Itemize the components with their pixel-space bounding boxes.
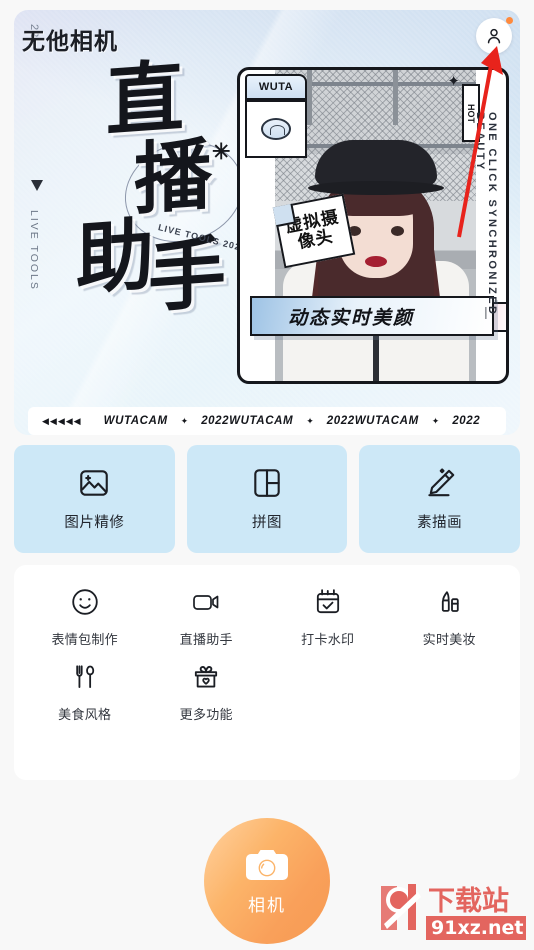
person-icon	[484, 26, 504, 46]
pencil-sketch-icon	[422, 466, 458, 500]
tool-food-style[interactable]: 美食风格	[24, 662, 146, 723]
headline-char-1: 直	[106, 51, 185, 148]
marquee-item: 2022WUTACAM	[201, 415, 294, 427]
banner-tagline: ONE CLICK SYNCHRONIZED BEAUTY	[474, 112, 498, 317]
notification-dot	[506, 17, 513, 24]
fence-post	[307, 70, 312, 125]
fork-spoon-icon	[71, 662, 99, 692]
realtime-beauty-label: 动态实时美颜	[250, 296, 494, 336]
fence-post	[393, 70, 398, 125]
banner-category-label: LIVE TOOLS	[28, 210, 40, 291]
site-watermark: 下载站 91xz.net	[381, 884, 526, 940]
tools-row-2: 美食风格 更多功能	[14, 662, 520, 723]
marquee-separator-icon: ✦	[431, 415, 440, 426]
gift-heart-icon	[191, 662, 221, 692]
tool-label: 打卡水印	[301, 632, 355, 647]
feature-card-label: 拼图	[252, 515, 282, 531]
feature-card-label: 图片精修	[64, 515, 125, 531]
camera-button[interactable]: 相机	[204, 818, 330, 944]
lipstick-icon	[435, 587, 463, 617]
sparkle-icon: ✳	[212, 139, 231, 165]
camera-button-label: 相机	[248, 895, 286, 915]
video-camera-icon	[190, 587, 222, 617]
marquee-item: WUTACAM	[103, 415, 168, 427]
tool-more-features[interactable]: 更多功能	[146, 662, 268, 723]
marquee-item: 2022	[452, 415, 481, 427]
wuta-brand-tab: WUTA	[245, 74, 307, 100]
smiley-face-icon	[70, 587, 100, 617]
marquee-item: 2022WUTACAM	[326, 415, 419, 427]
calendar-check-icon	[314, 587, 342, 617]
collage-grid-icon	[250, 466, 284, 500]
tool-label: 表情包制作	[51, 632, 118, 647]
tools-row-1: 表情包制作 直播助手 打卡水印 实时美妆	[14, 587, 520, 648]
model-lips	[364, 256, 387, 267]
headline-char-3: 助	[76, 209, 155, 306]
dash-decoration: —	[480, 307, 494, 321]
phone-preview-mock: WUTA 虚拟摄像头 动态实时美颜 ✦ HOT ONE CLICK SYNCHR…	[237, 67, 509, 384]
tool-slot-empty	[267, 662, 389, 723]
tool-slot-empty	[389, 662, 511, 723]
banner-headline: 直 播 助 手 ✳ LIVE TOOLS 2022	[62, 51, 257, 345]
tool-live-assistant[interactable]: 直播助手	[146, 587, 268, 648]
tool-label: 更多功能	[179, 707, 233, 722]
banner-triangle-marker	[31, 180, 43, 191]
feature-card-photo-retouch[interactable]: 图片精修	[14, 445, 175, 553]
tool-checkin-watermark[interactable]: 打卡水印	[267, 587, 389, 648]
tool-label: 美食风格	[58, 707, 112, 722]
marquee-separator-icon: ✦	[180, 415, 189, 426]
sparkle-icon: ✦	[447, 73, 460, 90]
model-hat	[307, 140, 444, 195]
marquee-arrows-icon: ◀◀◀◀◀	[42, 415, 82, 426]
feature-card-collage[interactable]: 拼图	[186, 445, 348, 553]
tools-panel: 表情包制作 直播助手 打卡水印 实时美妆 美食风格 更多功能	[14, 565, 520, 780]
model-eye	[390, 226, 404, 236]
headline-char-4: 手	[148, 227, 227, 324]
app-title: 无他相机	[22, 29, 118, 55]
promo-banner[interactable]: 22 LIVE TOOLS 直 播 助 手 ✳ LIVE TOOLS 2022	[14, 10, 520, 435]
camera-icon	[244, 847, 290, 885]
image-sparkle-icon	[77, 466, 111, 500]
feature-card-sketch[interactable]: 素描画	[359, 445, 521, 553]
feature-card-row: 图片精修 拼图 素描画	[14, 445, 521, 553]
lens-icon	[261, 118, 291, 140]
tool-sticker-maker[interactable]: 表情包制作	[24, 587, 146, 648]
marquee-separator-icon: ✦	[306, 415, 314, 426]
tool-label: 实时美妆	[422, 632, 476, 647]
watermark-primary-text: 下载站	[428, 886, 509, 917]
watermark-secondary-text: 91xz.net	[431, 917, 523, 939]
avatar-button[interactable]	[476, 17, 513, 54]
tool-label: 直播助手	[179, 632, 233, 647]
realtime-beauty-text: 动态实时美颜	[288, 306, 415, 329]
feature-card-label: 素描画	[417, 515, 463, 531]
headline-char-2: 播	[134, 129, 213, 226]
tool-realtime-makeup[interactable]: 实时美妆	[389, 587, 511, 648]
app-root: 22 LIVE TOOLS 直 播 助 手 ✳ LIVE TOOLS 2022	[0, 0, 534, 950]
banner-marquee: ◀◀◀◀◀ WUTACAM ✦ 2022WUTACAM ✦ 2022WUTACA…	[28, 407, 506, 435]
phone-tool-panel	[245, 100, 307, 158]
